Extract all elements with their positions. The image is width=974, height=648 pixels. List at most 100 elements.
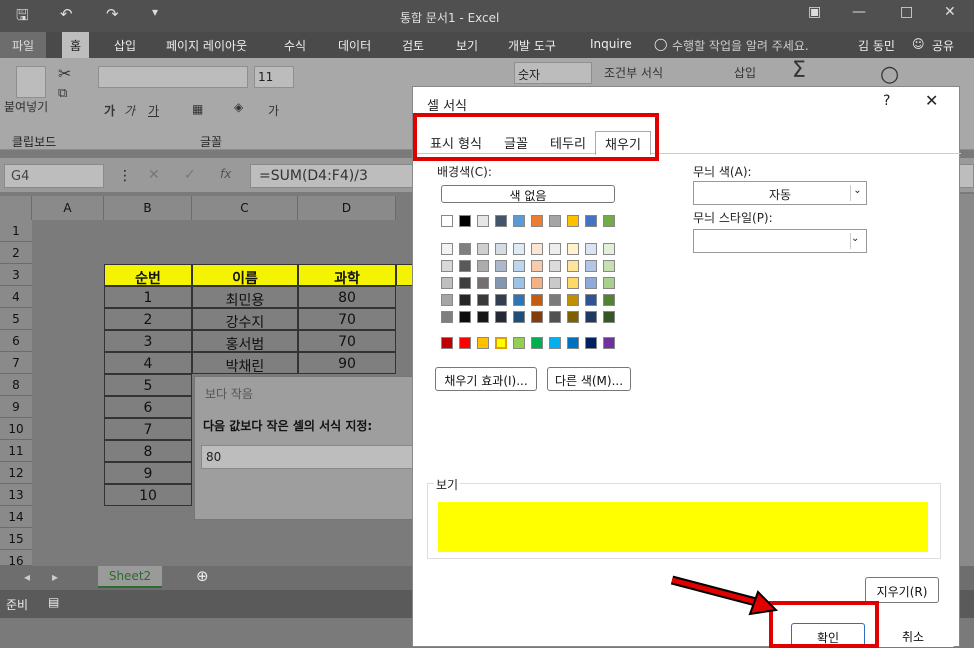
name-box[interactable]: G4 (4, 164, 104, 188)
no-color-button[interactable]: 색 없음 (441, 185, 615, 203)
row-header[interactable]: 1 (0, 220, 32, 242)
color-swatch[interactable] (477, 260, 489, 272)
color-swatch[interactable] (459, 215, 471, 227)
table-cell[interactable]: 9 (104, 462, 192, 484)
row-header[interactable]: 9 (0, 396, 32, 418)
color-swatch[interactable] (441, 277, 453, 289)
color-swatch[interactable] (513, 215, 525, 227)
insert-cells-button[interactable]: 삽입 (734, 64, 756, 81)
find-icon[interactable]: ○ (880, 62, 899, 87)
row-header[interactable]: 6 (0, 330, 32, 352)
color-swatch[interactable] (477, 311, 489, 323)
more-colors-button[interactable]: 다른 색(M)... (547, 367, 631, 391)
color-swatch[interactable] (459, 243, 471, 255)
table-cell[interactable]: 홍서범 (192, 330, 298, 353)
color-swatch[interactable] (459, 311, 471, 323)
fill-color-icon[interactable]: ◈ (234, 100, 243, 114)
table-header-cell[interactable]: 순번 (104, 264, 192, 287)
color-swatch[interactable] (495, 215, 507, 227)
underline-icon[interactable]: 가 (148, 102, 159, 119)
color-swatch[interactable] (603, 337, 615, 349)
paste-button[interactable]: 붙여넣기 (4, 98, 48, 115)
scroll-left-icon[interactable]: ◂ (24, 570, 30, 584)
color-swatch[interactable] (531, 337, 543, 349)
undo-icon[interactable]: ↶ (60, 5, 73, 23)
column-header[interactable]: C (192, 196, 298, 220)
tab-insert[interactable]: 삽입 (114, 37, 136, 54)
color-swatch[interactable] (603, 311, 615, 323)
color-swatch[interactable] (549, 311, 561, 323)
color-swatch[interactable] (531, 215, 543, 227)
color-swatch[interactable] (567, 243, 579, 255)
table-cell[interactable]: 7 (104, 418, 192, 440)
autosum-icon[interactable]: Σ (792, 58, 806, 83)
color-swatch[interactable] (477, 243, 489, 255)
pattern-style-select[interactable]: ⌄ (693, 229, 867, 253)
maximize-icon[interactable]: □ (900, 4, 913, 20)
fill-effects-button[interactable]: 채우기 효과(I)... (435, 367, 537, 391)
color-swatch[interactable] (549, 294, 561, 306)
color-swatch[interactable] (513, 311, 525, 323)
color-palette[interactable] (433, 207, 623, 327)
color-swatch[interactable] (567, 215, 579, 227)
cancel-button[interactable]: 취소 (871, 623, 955, 647)
table-cell[interactable]: 1 (104, 286, 192, 308)
column-header[interactable]: B (104, 196, 192, 220)
font-name-box[interactable] (98, 66, 248, 88)
less-than-value-input[interactable]: 80 (201, 445, 421, 469)
color-swatch[interactable] (459, 260, 471, 272)
add-sheet-icon[interactable]: ⊕ (196, 567, 209, 585)
color-swatch[interactable] (495, 277, 507, 289)
color-swatch[interactable] (531, 277, 543, 289)
italic-icon[interactable]: 가 (124, 102, 135, 119)
tab-home[interactable]: 홈 (62, 32, 90, 58)
help-button[interactable]: ? (883, 93, 890, 109)
vertical-scrollbar[interactable] (960, 194, 974, 566)
table-cell[interactable]: 5 (104, 374, 192, 396)
table-cell[interactable]: 90 (298, 352, 396, 374)
row-header[interactable]: 8 (0, 374, 32, 396)
color-swatch[interactable] (549, 260, 561, 272)
color-swatch[interactable] (477, 277, 489, 289)
table-cell[interactable]: 강수지 (192, 308, 298, 331)
color-swatch[interactable] (585, 337, 597, 349)
ribbon-display-icon[interactable]: ▣ (808, 4, 821, 20)
column-header[interactable]: A (32, 196, 104, 220)
font-color-icon[interactable]: 가 (268, 102, 279, 119)
color-swatch[interactable] (513, 337, 525, 349)
table-cell[interactable]: 4 (104, 352, 192, 374)
chevron-down-icon[interactable]: ⌄ (850, 185, 864, 201)
color-swatch[interactable] (585, 277, 597, 289)
table-cell[interactable]: 6 (104, 396, 192, 418)
color-swatch[interactable] (441, 215, 453, 227)
close-icon[interactable]: ✕ (925, 91, 938, 110)
table-cell[interactable]: 70 (298, 308, 396, 330)
color-swatch[interactable] (477, 294, 489, 306)
table-cell[interactable]: 2 (104, 308, 192, 330)
color-swatch[interactable] (513, 243, 525, 255)
row-header[interactable]: 3 (0, 264, 32, 286)
redo-icon[interactable]: ↷ (106, 5, 119, 23)
color-swatch[interactable] (441, 294, 453, 306)
color-swatch[interactable] (459, 337, 471, 349)
conditional-formatting-button[interactable]: 조건부 서식 (604, 64, 663, 81)
color-swatch[interactable] (585, 311, 597, 323)
select-all-corner[interactable] (0, 196, 32, 220)
tell-me-input[interactable]: 수행할 작업을 알려 주세요. (672, 37, 809, 54)
copy-icon[interactable]: ⧉ (58, 86, 67, 101)
customize-qat-icon[interactable]: ▾ (152, 5, 158, 19)
color-swatch[interactable] (567, 294, 579, 306)
color-swatch[interactable] (459, 277, 471, 289)
color-swatch[interactable] (549, 215, 561, 227)
paste-icon[interactable] (16, 66, 46, 98)
color-swatch[interactable] (441, 243, 453, 255)
color-swatch[interactable] (567, 260, 579, 272)
table-cell[interactable]: 8 (104, 440, 192, 462)
color-swatch[interactable] (549, 277, 561, 289)
scroll-right-icon[interactable]: ▸ (52, 570, 58, 584)
color-swatch[interactable] (567, 277, 579, 289)
table-cell[interactable]: 3 (104, 330, 192, 352)
tab-view[interactable]: 보기 (456, 37, 478, 54)
color-swatch[interactable] (459, 294, 471, 306)
color-swatch[interactable] (585, 294, 597, 306)
